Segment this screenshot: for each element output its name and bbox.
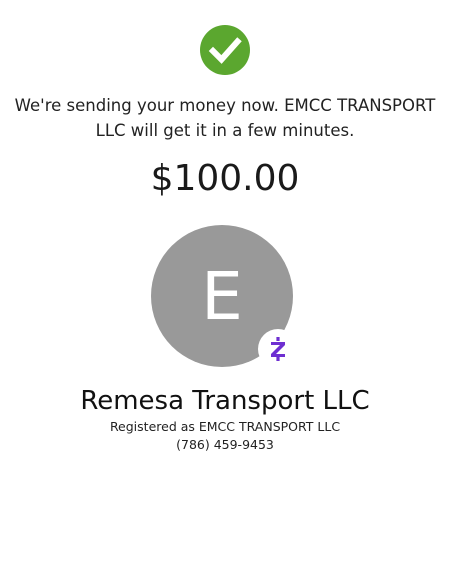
recipient-name: Remesa Transport LLC (80, 386, 370, 416)
confirmation-message-line-1: We're sending your money now. EMCC TRANS… (14, 96, 436, 115)
cash-app-z-icon (271, 337, 285, 361)
recipient-registered-as: Registered as EMCC TRANSPORT LLC (109, 419, 341, 434)
success-checkmark-icon (200, 25, 250, 75)
cash-app-badge (258, 329, 298, 369)
avatar-initial: E (201, 257, 243, 335)
payment-amount: $100.00 (150, 158, 300, 199)
recipient-phone: (786) 459-9453 (176, 437, 274, 452)
confirmation-message-line-2: LLC will get it in a few minutes. (95, 121, 355, 140)
recipient-avatar-container: E (151, 225, 298, 369)
confirmation-message: We're sending your money now. EMCC TRANS… (0, 93, 450, 143)
